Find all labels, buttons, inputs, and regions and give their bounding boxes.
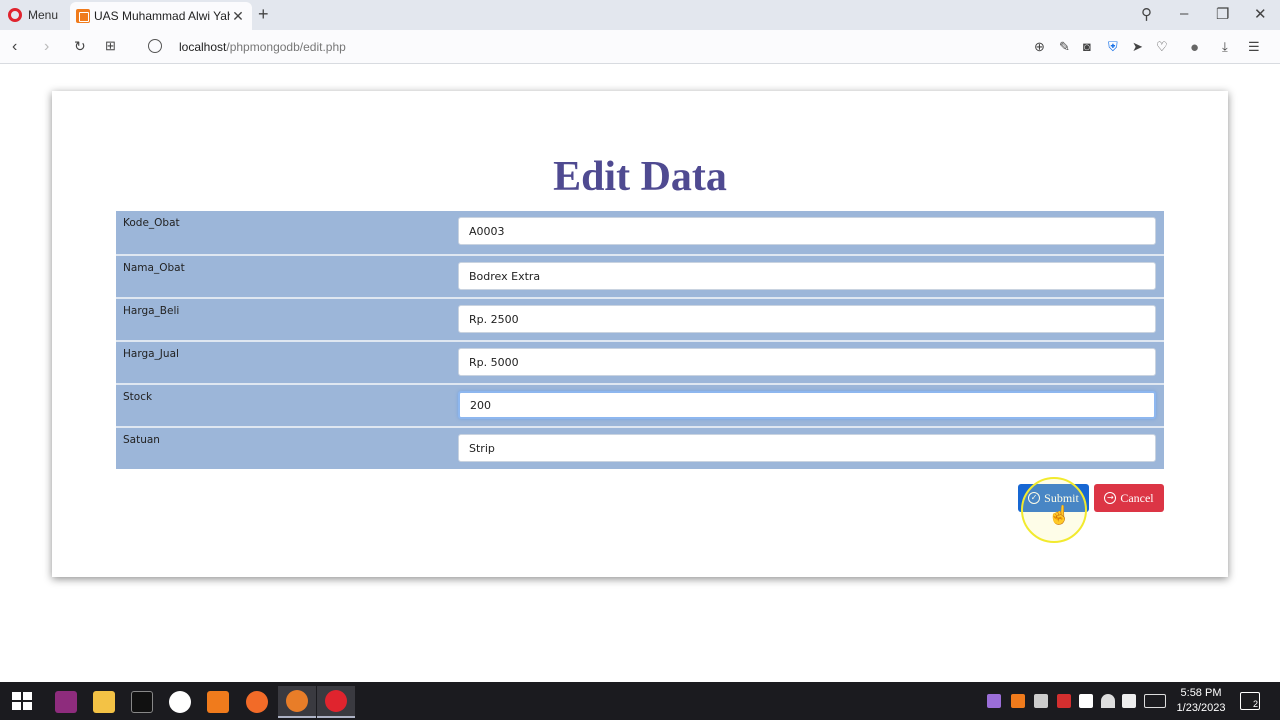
- forward-icon[interactable]: ›: [44, 38, 49, 56]
- harga-beli-label: Harga_Beli: [123, 305, 180, 317]
- harga-jual-input[interactable]: [458, 348, 1156, 376]
- clock-time: 5:58 PM: [1180, 687, 1222, 699]
- zoom-icon[interactable]: ⊕: [1034, 39, 1045, 55]
- form-row-kode-obat: Kode_Obat: [116, 211, 1164, 254]
- tabs-grid-icon[interactable]: ⊞: [105, 38, 116, 54]
- opera-browser-icon[interactable]: [317, 686, 355, 718]
- clock-date: 1/23/2023: [1176, 702, 1226, 714]
- form-row-harga-beli: Harga_Beli: [116, 297, 1164, 340]
- wifi-icon[interactable]: [1101, 694, 1115, 708]
- mongodb-compass-icon[interactable]: [161, 686, 199, 718]
- notification-center-icon[interactable]: 2: [1240, 692, 1260, 710]
- opera-logo-icon: [8, 8, 22, 22]
- close-tab-icon[interactable]: ✕: [230, 8, 246, 25]
- nama-obat-input[interactable]: [458, 262, 1156, 290]
- cancel-button[interactable]: → Cancel: [1094, 484, 1164, 512]
- tab-title: UAS Muhammad Alwi Yahya: [94, 9, 230, 23]
- camera-icon[interactable]: ◙: [1083, 39, 1091, 54]
- page-title: Edit Data: [553, 154, 727, 200]
- winrar-icon[interactable]: [47, 686, 85, 718]
- back-icon[interactable]: ‹: [12, 38, 17, 56]
- xampp-icon[interactable]: [199, 686, 237, 718]
- active-tab[interactable]: UAS Muhammad Alwi Yahya ✕: [70, 2, 252, 30]
- arrow-circle-icon: →: [1104, 492, 1117, 504]
- new-tab-icon[interactable]: +: [258, 4, 269, 25]
- url-path: /phpmongodb/edit.php: [226, 40, 346, 54]
- stock-label: Stock: [123, 391, 153, 403]
- edit-icon[interactable]: ✎: [1059, 39, 1070, 55]
- terminal-icon[interactable]: [123, 686, 161, 718]
- form-row-nama-obat: Nama_Obat: [116, 254, 1164, 297]
- xampp-favicon-icon: [76, 9, 90, 23]
- close-window-icon[interactable]: ✕: [1254, 5, 1267, 23]
- reload-icon[interactable]: ↻: [74, 38, 86, 55]
- address-bar: ‹ › ↻ ⊞ localhost/phpmongodb/edit.php ⊕ …: [0, 30, 1280, 64]
- download-icon[interactable]: ⤓: [1222, 39, 1228, 55]
- edit-form: Kode_Obat Nama_Obat Harga_Beli Harga_Jua…: [116, 211, 1164, 469]
- satuan-input[interactable]: [458, 434, 1156, 462]
- site-info-globe-icon[interactable]: [148, 39, 162, 53]
- heart-icon[interactable]: ♡: [1156, 39, 1168, 55]
- file-explorer-icon[interactable]: [85, 686, 123, 718]
- obs-recorder-icon[interactable]: [278, 686, 316, 718]
- sublime-text-icon[interactable]: [238, 686, 276, 718]
- system-clock[interactable]: 5:58 PM 1/23/2023: [1172, 686, 1230, 716]
- antivirus-tray-icon[interactable]: [1057, 694, 1071, 708]
- volume-icon[interactable]: [1122, 694, 1136, 708]
- xampp-tray-icon[interactable]: [1011, 694, 1025, 708]
- easy-setup-icon[interactable]: ☰: [1248, 39, 1260, 55]
- satuan-label: Satuan: [123, 434, 160, 446]
- kode-obat-label: Kode_Obat: [123, 217, 180, 229]
- hand-pointer-icon: ☝: [1048, 505, 1071, 525]
- opera-menu-button[interactable]: Menu: [8, 6, 58, 24]
- restore-icon[interactable]: ❐: [1216, 5, 1229, 23]
- cancel-label: Cancel: [1120, 490, 1154, 505]
- send-icon[interactable]: ➤: [1132, 39, 1143, 55]
- settings-tray-icon[interactable]: [1034, 694, 1048, 708]
- harga-jual-label: Harga_Jual: [123, 348, 179, 360]
- form-row-harga-jual: Harga_Jual: [116, 340, 1164, 383]
- feather-tray-icon[interactable]: [987, 694, 1001, 708]
- browser-tab-bar: Menu UAS Muhammad Alwi Yahya ✕ + ⚲ – ❐ ✕: [0, 0, 1280, 30]
- stock-input[interactable]: [458, 391, 1156, 419]
- form-row-stock: Stock: [116, 383, 1164, 426]
- url-host: localhost: [179, 40, 227, 54]
- kode-obat-input[interactable]: [458, 217, 1156, 245]
- notification-count: 2: [1252, 699, 1258, 709]
- keyboard-icon[interactable]: [1144, 694, 1166, 708]
- taskbar: 5:58 PM 1/23/2023 2: [0, 682, 1280, 720]
- battery-icon[interactable]: [1079, 694, 1093, 708]
- harga-beli-input[interactable]: [458, 305, 1156, 333]
- windows-start-icon[interactable]: [12, 692, 32, 710]
- minimize-icon[interactable]: –: [1180, 5, 1188, 22]
- search-tabs-icon[interactable]: ⚲: [1141, 5, 1152, 23]
- menu-label: Menu: [28, 8, 59, 22]
- form-row-satuan: Satuan: [116, 426, 1164, 469]
- vpn-shield-icon[interactable]: ⛨: [1108, 39, 1118, 55]
- nama-obat-label: Nama_Obat: [123, 262, 185, 274]
- url-field[interactable]: localhost/phpmongodb/edit.php: [179, 40, 346, 54]
- profile-avatar-icon[interactable]: ●: [1190, 39, 1199, 56]
